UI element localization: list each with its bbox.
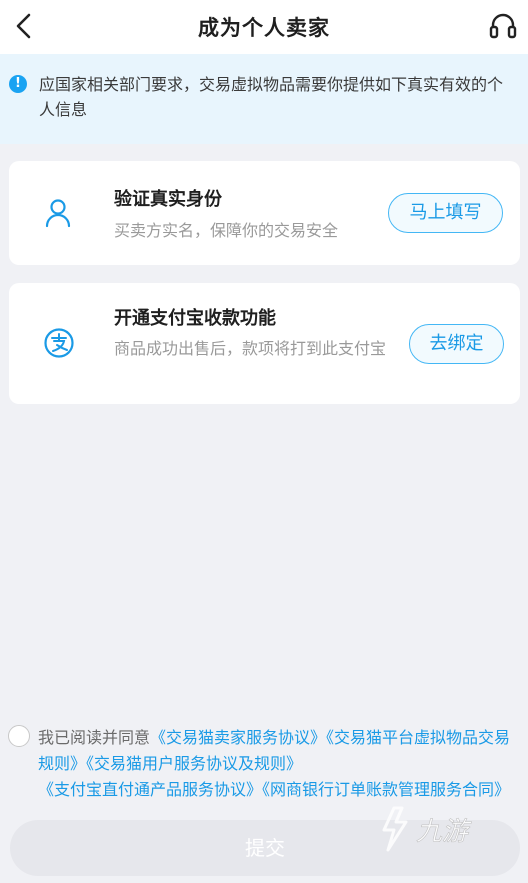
agreement-text: 我已阅读并同意《交易猫卖家服务协议》《交易猫平台虚拟物品交易规则》《交易猫用户服…	[38, 725, 518, 803]
info-icon: !	[9, 75, 27, 93]
card-title: 验证真实身份	[114, 189, 222, 210]
seller-agreement-link[interactable]: 《交易猫卖家服务协议》	[150, 728, 326, 747]
notice-text: 应国家相关部门要求，交易虚拟物品需要你提供如下真实有效的个人信息	[39, 75, 504, 119]
card-description: 商品成功出售后，款项将打到此支付宝	[114, 339, 387, 358]
bank-contract-link[interactable]: 《网商银行订单账款管理服务合同》	[262, 780, 510, 799]
user-agreement-link[interactable]: 《交易猫用户服务协议及规则》	[86, 754, 302, 773]
fill-now-button[interactable]: 马上填写	[388, 193, 503, 233]
page-title: 成为个人卖家	[198, 16, 330, 40]
agreement-checkbox[interactable]	[8, 725, 30, 747]
verify-identity-card: 验证真实身份 买卖方实名，保障你的交易安全 马上填写	[9, 161, 520, 265]
card-description: 买卖方实名，保障你的交易安全	[114, 221, 339, 240]
person-icon	[45, 199, 71, 228]
card-title: 开通支付宝收款功能	[114, 308, 276, 329]
watermark-logo: 九游	[382, 806, 472, 852]
customer-service-button[interactable]	[486, 8, 520, 44]
page: 成为个人卖家 ! 应国家相关部门要求，交易虚拟物品需要你提供如下真实有效的个人信…	[0, 0, 528, 883]
headset-icon[interactable]	[488, 11, 518, 41]
header-bar: 成为个人卖家	[0, 0, 528, 54]
alipay-card: 开通支付宝收款功能 商品成功出售后，款项将打到此支付宝 去绑定	[9, 283, 520, 404]
alipay-agreement-link[interactable]: 《支付宝直付通产品服务协议》	[38, 780, 262, 799]
agreement-prefix: 我已阅读并同意	[38, 728, 151, 747]
bind-button[interactable]: 去绑定	[409, 324, 504, 364]
svg-text:九游: 九游	[416, 817, 472, 847]
alipay-icon	[44, 328, 74, 358]
